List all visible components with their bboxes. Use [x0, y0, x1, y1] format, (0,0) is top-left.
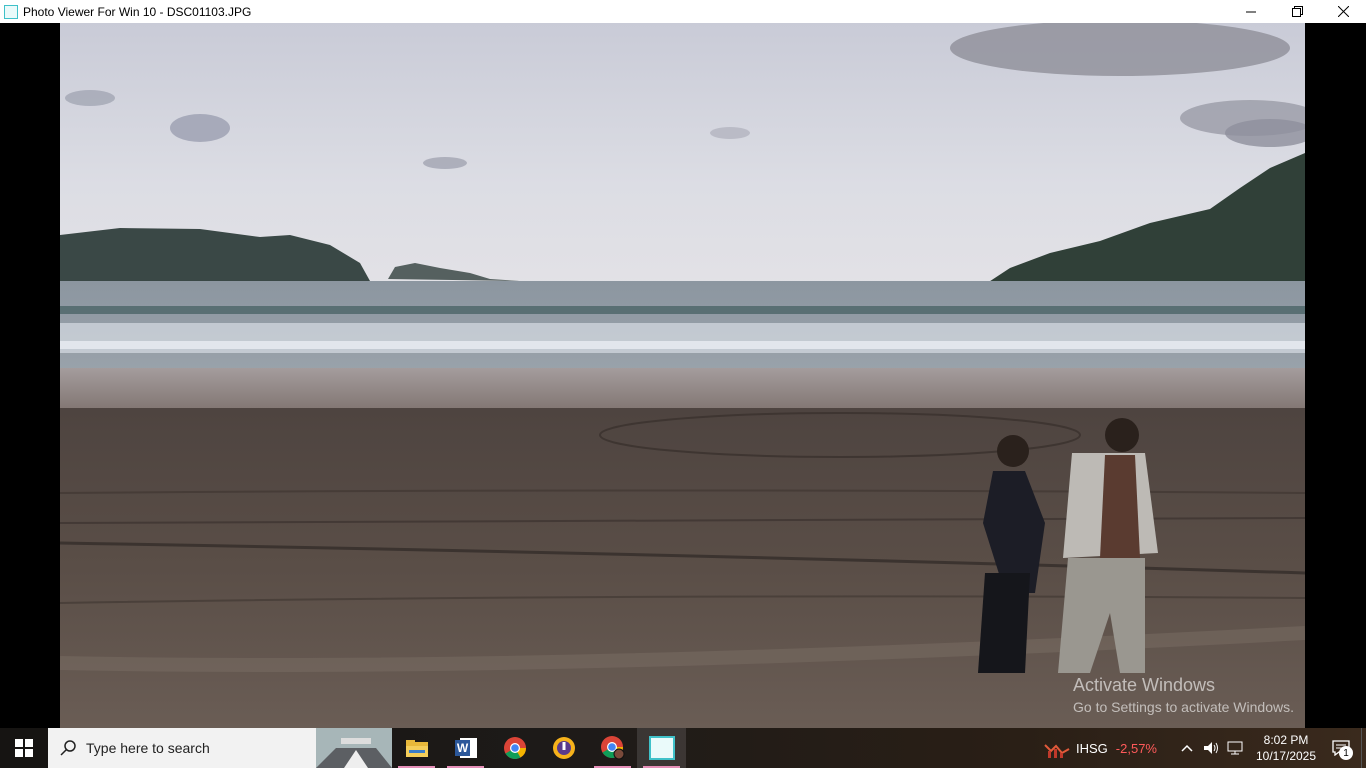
vpn-icon [552, 737, 575, 759]
beach-photo-image [60, 23, 1305, 728]
chrome-icon [503, 737, 526, 759]
close-icon [1337, 6, 1349, 17]
speaker-icon [1204, 742, 1218, 754]
beach-photo[interactable] [60, 23, 1305, 728]
ticker-change: -2,57% [1115, 740, 1157, 756]
taskbar-chrome[interactable] [490, 728, 539, 768]
taskbar: Type here to search W IHSG -2,57% 8:02 P… [0, 728, 1366, 768]
restore-icon [1291, 6, 1303, 17]
taskbar-clock[interactable]: 8:02 PM 10/17/2025 [1251, 732, 1321, 764]
svg-text:W: W [456, 741, 468, 755]
notification-count-badge: 1 [1339, 746, 1353, 760]
taskbar-chrome-profile[interactable] [588, 728, 637, 768]
minimize-button[interactable] [1228, 0, 1274, 23]
ticker-name: IHSG [1076, 740, 1108, 756]
network-icon [1227, 741, 1243, 755]
taskbar-vpn[interactable] [539, 728, 588, 768]
search-highlight-art-icon [316, 728, 392, 768]
window-title: Photo Viewer For Win 10 - DSC01103.JPG [23, 4, 252, 19]
clock-date: 10/17/2025 [1255, 749, 1317, 763]
volume-button[interactable] [1199, 728, 1223, 768]
file-explorer-icon [405, 740, 428, 757]
close-button[interactable] [1320, 0, 1366, 23]
network-button[interactable] [1223, 728, 1247, 768]
action-center-button[interactable]: 1 [1321, 728, 1361, 768]
system-tray: IHSG -2,57% 8:02 PM 10/17/2025 1 [1044, 728, 1366, 768]
watermark-subtitle: Go to Settings to activate Windows. [1073, 699, 1294, 715]
minimize-icon [1246, 11, 1256, 12]
chrome-profile-icon [600, 736, 624, 760]
photo-viewer-app-icon [4, 4, 18, 19]
clock-time: 8:02 PM [1263, 733, 1309, 747]
watermark-title: Activate Windows [1073, 675, 1216, 695]
photo-viewer-canvas[interactable]: Activate Windows Go to Settings to activ… [0, 23, 1366, 728]
show-hidden-icons-button[interactable] [1175, 728, 1199, 768]
activate-windows-watermark: Activate Windows Go to Settings to activ… [1073, 675, 1294, 715]
taskbar-file-explorer[interactable] [392, 728, 441, 768]
maximize-button[interactable] [1274, 0, 1320, 23]
word-icon: W [454, 738, 477, 758]
photo-viewer-icon [648, 736, 675, 760]
stock-chart-icon [1044, 744, 1070, 758]
chevron-up-icon [1181, 744, 1193, 752]
search-icon [60, 740, 76, 756]
window-controls [1228, 0, 1366, 23]
show-desktop-button[interactable] [1361, 728, 1366, 768]
start-button[interactable] [0, 728, 48, 768]
taskbar-search-box[interactable]: Type here to search [48, 728, 392, 768]
windows-logo-icon [15, 739, 33, 757]
search-placeholder: Type here to search [86, 740, 210, 756]
stock-ticker-widget[interactable]: IHSG -2,57% [1044, 737, 1157, 759]
title-bar: Photo Viewer For Win 10 - DSC01103.JPG [0, 0, 1366, 23]
taskbar-word[interactable]: W [441, 728, 490, 768]
taskbar-photo-viewer[interactable] [637, 728, 686, 768]
